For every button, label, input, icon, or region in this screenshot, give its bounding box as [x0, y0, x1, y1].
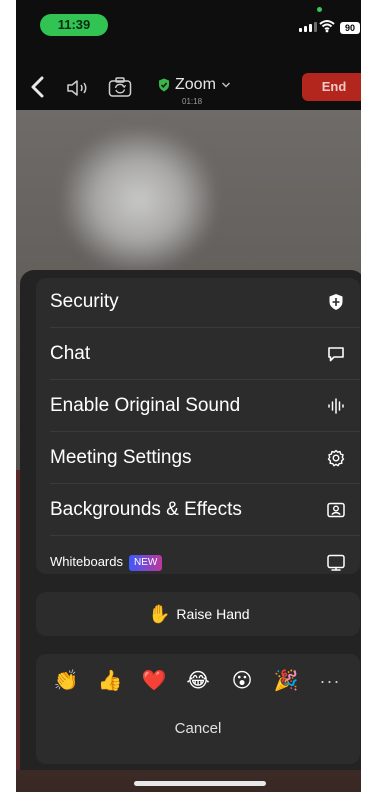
- menu-item-label: Whiteboards: [50, 554, 123, 569]
- menu-item-label: Enable Original Sound: [50, 395, 241, 416]
- thumbs-up-reaction[interactable]: 👍: [97, 668, 123, 694]
- tears-of-joy-reaction[interactable]: 😂: [185, 668, 211, 694]
- speaker-icon[interactable]: [66, 78, 92, 98]
- raise-hand-label: Raise Hand: [176, 606, 250, 622]
- cancel-button[interactable]: Cancel: [36, 720, 360, 737]
- menu-item-label-whiteboards: Whiteboards NEW: [50, 536, 163, 574]
- shield-icon: [329, 294, 343, 310]
- portrait-frame-icon: [327, 502, 345, 518]
- sound-wave-icon: [328, 398, 344, 414]
- chat-bubble-icon: [328, 347, 344, 362]
- meeting-elapsed-time: 01:18: [182, 97, 203, 106]
- menu-item-backgrounds-effects[interactable]: Backgrounds & Effects: [36, 484, 360, 536]
- new-badge: NEW: [128, 554, 163, 571]
- raised-hand-icon: ✋: [148, 604, 171, 624]
- clapping-hands-reaction[interactable]: 👏: [53, 668, 79, 694]
- meeting-title-dropdown[interactable]: Zoom: [158, 76, 231, 94]
- party-popper-reaction[interactable]: 🎉: [273, 668, 299, 694]
- menu-item-label: Meeting Settings: [50, 447, 192, 468]
- menu-item-label: Backgrounds & Effects: [50, 499, 242, 520]
- video-highlight: [64, 130, 214, 270]
- whiteboard-icon: [327, 554, 345, 571]
- reactions-panel: 👏 👍 ❤️ 😂 😮 🎉 ··· Cancel: [36, 654, 360, 764]
- cellular-signal-icon: [299, 22, 317, 32]
- menu-item-original-sound[interactable]: Enable Original Sound: [36, 380, 360, 432]
- menu-item-meeting-settings[interactable]: Meeting Settings: [36, 432, 360, 484]
- more-options-sheet: Security Chat Enable Original Sound Meet…: [20, 270, 361, 770]
- raise-hand-button[interactable]: ✋ Raise Hand: [36, 592, 360, 636]
- gear-icon: [327, 449, 345, 467]
- switch-camera-icon[interactable]: [108, 76, 132, 98]
- end-meeting-button[interactable]: End: [302, 73, 361, 101]
- menu-item-chat[interactable]: Chat: [36, 328, 360, 380]
- menu-item-whiteboards[interactable]: Whiteboards NEW: [36, 536, 360, 574]
- meeting-toolbar: Zoom 01:18 End: [16, 70, 361, 106]
- more-reactions-button[interactable]: ···: [317, 668, 343, 694]
- emoji-reactions-row: 👏 👍 ❤️ 😂 😮 🎉 ···: [36, 664, 360, 698]
- encryption-shield-icon: [159, 78, 169, 92]
- back-chevron-icon[interactable]: [30, 76, 46, 98]
- camera-in-use-indicator: [317, 7, 322, 12]
- status-time[interactable]: 11:39: [40, 14, 108, 36]
- wifi-icon: [319, 20, 335, 33]
- open-mouth-reaction[interactable]: 😮: [229, 668, 255, 694]
- heart-reaction[interactable]: ❤️: [141, 668, 167, 694]
- menu-item-label: Security: [50, 291, 119, 312]
- battery-indicator: 90: [340, 22, 360, 34]
- chevron-down-icon: [221, 82, 230, 88]
- phone-screen: 11:39 90 Zoom 01:18 End Security Chat En…: [16, 0, 361, 792]
- meeting-title: Zoom: [175, 76, 216, 93]
- menu-item-security[interactable]: Security: [36, 278, 360, 328]
- home-indicator[interactable]: [134, 781, 266, 786]
- options-menu: Security Chat Enable Original Sound Meet…: [36, 278, 360, 574]
- menu-item-label: Chat: [50, 343, 91, 364]
